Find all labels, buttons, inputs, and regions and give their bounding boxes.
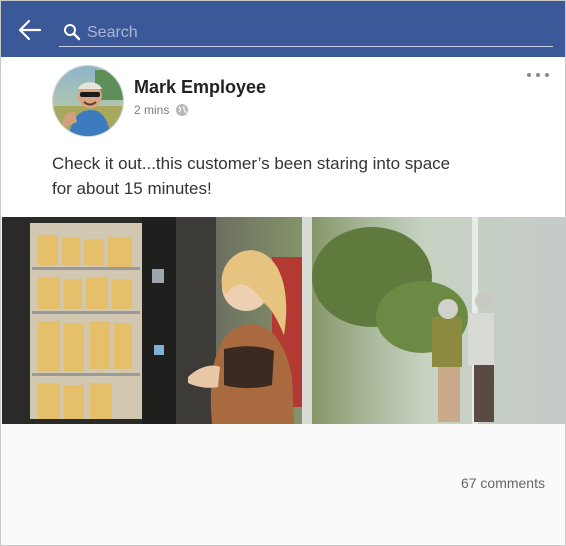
avatar-image	[53, 66, 123, 136]
post-text: Check it out...this customer’s been star…	[52, 154, 451, 198]
app-frame: Mark Employee 2 mins Check it out...this…	[0, 0, 566, 546]
more-options-button[interactable]	[524, 65, 552, 85]
post-photo[interactable]	[2, 217, 565, 424]
top-bar	[1, 1, 565, 57]
search-input[interactable]	[87, 21, 547, 45]
post-meta: 2 mins	[134, 103, 189, 117]
back-arrow-icon	[18, 19, 42, 41]
author-name[interactable]: Mark Employee	[134, 77, 266, 98]
search-icon	[64, 24, 81, 41]
more-icon	[527, 73, 531, 77]
avatar[interactable]	[52, 65, 124, 137]
vending-machine-photo	[2, 217, 565, 424]
post-time[interactable]: 2 mins	[134, 103, 169, 117]
post-card: Mark Employee 2 mins Check it out...this…	[2, 57, 565, 424]
search-box	[59, 19, 553, 47]
comments-link[interactable]: 67 comments	[461, 475, 545, 491]
back-button[interactable]	[15, 15, 45, 45]
globe-icon	[176, 104, 189, 116]
